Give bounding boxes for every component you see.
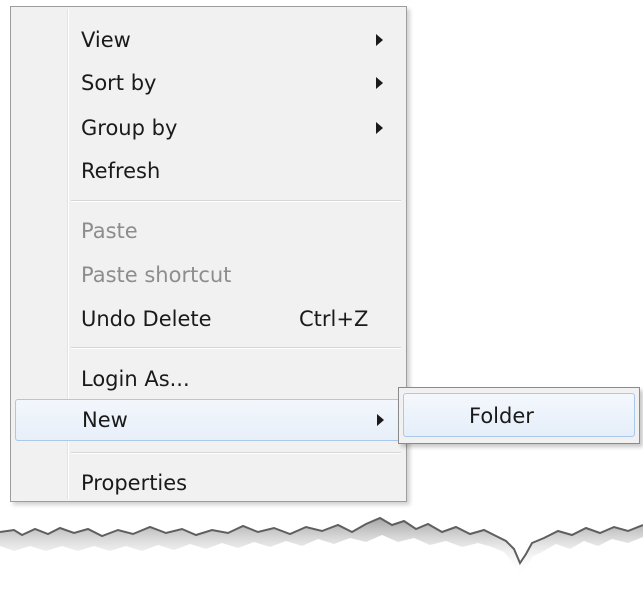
menu-item-label: Undo Delete xyxy=(81,307,212,331)
menu-item-paste: Paste xyxy=(14,211,402,251)
menu-item-label: Paste xyxy=(81,219,138,243)
menu-item-label: Group by xyxy=(81,116,178,140)
menu-item-group-by[interactable]: Group by xyxy=(14,108,402,148)
menu-item-label: Sort by xyxy=(81,71,157,95)
menu-item-label: View xyxy=(81,28,131,52)
menu-separator xyxy=(71,347,401,348)
screenshot-canvas: View Sort by Group by Refresh Paste Past… xyxy=(0,0,643,591)
menu-item-sort-by[interactable]: Sort by xyxy=(14,63,402,103)
new-submenu: Folder xyxy=(398,387,640,444)
menu-item-undo-delete[interactable]: Undo Delete Ctrl+Z xyxy=(14,299,402,339)
submenu-item-label: Folder xyxy=(469,404,534,428)
menu-item-label: Refresh xyxy=(81,159,161,183)
torn-paper-edge xyxy=(0,516,643,576)
menu-item-refresh[interactable]: Refresh xyxy=(14,151,402,191)
submenu-item-folder[interactable]: Folder xyxy=(403,393,635,437)
menu-item-shortcut: Ctrl+Z xyxy=(299,307,369,331)
menu-item-login-as[interactable]: Login As... xyxy=(14,359,402,399)
menu-item-view[interactable]: View xyxy=(14,20,402,60)
menu-item-label: Login As... xyxy=(81,367,190,391)
submenu-arrow-icon xyxy=(376,77,383,89)
menu-item-label: Properties xyxy=(81,471,188,495)
menu-item-label: New xyxy=(82,408,128,432)
menu-item-label: Paste shortcut xyxy=(81,263,232,287)
menu-separator xyxy=(71,452,401,453)
menu-item-new[interactable]: New xyxy=(15,399,401,441)
context-menu: View Sort by Group by Refresh Paste Past… xyxy=(10,6,407,502)
menu-item-paste-shortcut: Paste shortcut xyxy=(14,255,402,295)
submenu-arrow-icon xyxy=(377,414,384,426)
submenu-arrow-icon xyxy=(376,34,383,46)
menu-item-properties[interactable]: Properties xyxy=(14,463,402,503)
submenu-arrow-icon xyxy=(376,122,383,134)
menu-separator xyxy=(71,200,401,201)
